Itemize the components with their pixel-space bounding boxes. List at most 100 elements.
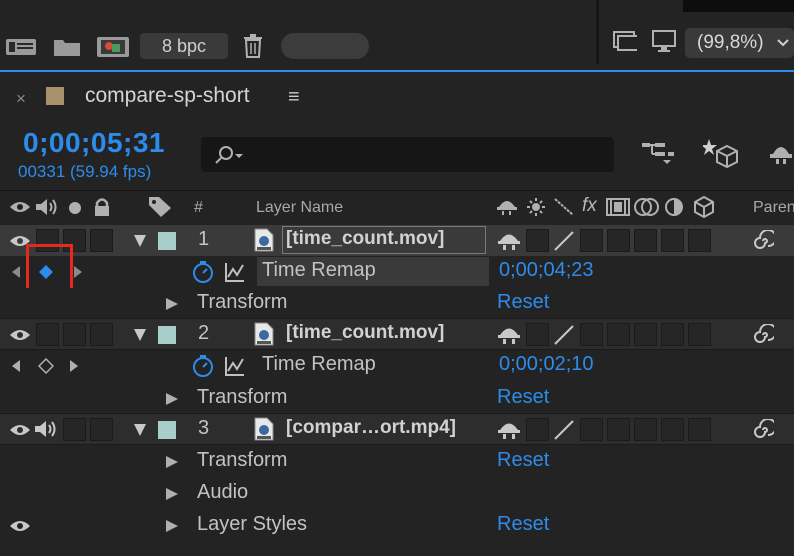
layer-search-input[interactable] <box>201 137 614 172</box>
property-row-time-remap[interactable]: Time Remap 0;00;02;10 <box>0 350 794 382</box>
reset-link[interactable]: Reset <box>497 449 549 472</box>
project-bit-depth-button[interactable]: 8 bpc <box>140 33 228 59</box>
property-row-transform[interactable]: Transform Reset <box>0 383 794 414</box>
solo-toggle-cell[interactable] <box>63 418 86 441</box>
parent-pickwhip-icon[interactable] <box>752 230 774 252</box>
property-label[interactable]: Time Remap <box>262 353 376 376</box>
solo-toggle-cell[interactable] <box>63 323 86 346</box>
expand-triangle-icon[interactable] <box>133 423 147 437</box>
expand-triangle-right-icon[interactable] <box>165 487 179 501</box>
effects-switch-cell[interactable] <box>580 418 603 441</box>
graph-editor-icon[interactable] <box>224 261 246 283</box>
layer-name[interactable]: [compar…ort.mp4] <box>286 417 456 439</box>
new-composition-icon[interactable] <box>96 35 130 59</box>
magnification-dropdown[interactable]: (99,8%) <box>685 28 794 58</box>
quality-switch-icon[interactable] <box>553 419 575 441</box>
parent-pickwhip-icon[interactable] <box>752 419 774 441</box>
layer-name-header[interactable]: Layer Name <box>256 199 343 217</box>
motion-blur-switch-cell[interactable] <box>634 229 657 252</box>
current-time-display[interactable]: 0;00;05;31 <box>23 127 165 159</box>
lock-toggle-cell[interactable] <box>90 418 113 441</box>
expand-triangle-right-icon[interactable] <box>165 519 179 533</box>
snapshot-icon[interactable] <box>611 30 637 54</box>
next-keyframe-icon[interactable] <box>69 359 79 373</box>
property-label[interactable]: Layer Styles <box>197 513 307 536</box>
property-row-transform[interactable]: Transform Reset <box>0 288 794 319</box>
lock-toggle-cell[interactable] <box>90 229 113 252</box>
layer-label-color[interactable] <box>158 232 176 250</box>
quality-switch-icon[interactable] <box>553 230 575 252</box>
stopwatch-icon[interactable] <box>191 354 215 378</box>
audio-toggle-cell[interactable] <box>36 323 59 346</box>
property-label[interactable]: Transform <box>197 291 287 314</box>
layer-row[interactable]: 3 [compar…ort.mp4] <box>0 414 794 445</box>
time-remap-value[interactable]: 0;00;04;23 <box>499 259 594 282</box>
motion-blur-switch-cell[interactable] <box>634 323 657 346</box>
3d-switch-cell[interactable] <box>688 323 711 346</box>
expand-triangle-icon[interactable] <box>133 234 147 248</box>
collapse-switch-cell[interactable] <box>526 229 549 252</box>
close-tab-icon[interactable]: × <box>16 89 26 109</box>
3d-switch-cell[interactable] <box>688 229 711 252</box>
comp-tab-title[interactable]: compare-sp-short <box>85 84 250 108</box>
effects-switch-cell[interactable] <box>580 229 603 252</box>
reset-link[interactable]: Reset <box>497 291 549 314</box>
expand-triangle-right-icon[interactable] <box>165 297 179 311</box>
3d-switch-cell[interactable] <box>688 418 711 441</box>
property-label[interactable]: Time Remap <box>262 259 376 282</box>
visibility-eye-icon[interactable] <box>9 519 31 533</box>
collapse-switch-cell[interactable] <box>526 418 549 441</box>
layer-label-color[interactable] <box>158 421 176 439</box>
interpret-footage-icon[interactable] <box>5 36 37 58</box>
prev-keyframe-icon[interactable] <box>11 265 21 279</box>
layer-row[interactable]: 2 [time_count.mov] <box>0 319 794 350</box>
property-label[interactable]: Transform <box>197 386 287 409</box>
add-keyframe-diamond-icon[interactable] <box>38 358 54 374</box>
quality-switch-icon[interactable] <box>553 324 575 346</box>
new-folder-icon[interactable] <box>53 36 81 58</box>
visibility-eye-icon[interactable] <box>9 423 31 437</box>
adjustment-switch-cell[interactable] <box>661 418 684 441</box>
shy-switch-icon[interactable] <box>497 420 521 440</box>
visibility-eye-icon[interactable] <box>9 328 31 342</box>
lock-toggle-cell[interactable] <box>90 323 113 346</box>
draft-3d-icon[interactable] <box>703 137 739 169</box>
frame-blend-switch-cell[interactable] <box>607 323 630 346</box>
monitor-icon[interactable] <box>651 29 677 53</box>
property-label[interactable]: Audio <box>197 481 248 504</box>
property-row-layer-styles[interactable]: Layer Styles Reset <box>0 510 794 541</box>
layer-name[interactable]: [time_count.mov] <box>286 322 444 344</box>
collapse-switch-cell[interactable] <box>526 323 549 346</box>
adjustment-switch-cell[interactable] <box>661 229 684 252</box>
panel-divider[interactable] <box>596 0 599 64</box>
motion-blur-switch-cell[interactable] <box>634 418 657 441</box>
property-row-transform[interactable]: Transform Reset <box>0 446 794 477</box>
trash-icon[interactable] <box>243 34 263 58</box>
next-keyframe-icon[interactable] <box>73 265 83 279</box>
shy-layers-icon[interactable] <box>768 140 794 166</box>
parent-pickwhip-icon[interactable] <box>752 324 774 346</box>
adjustment-switch-cell[interactable] <box>661 323 684 346</box>
property-row-audio[interactable]: Audio <box>0 478 794 509</box>
audio-speaker-icon[interactable] <box>34 420 58 438</box>
property-label[interactable]: Transform <box>197 449 287 472</box>
shy-switch-icon[interactable] <box>497 231 521 251</box>
comp-flowchart-icon[interactable] <box>641 140 677 166</box>
effects-switch-cell[interactable] <box>580 323 603 346</box>
project-scroll-pill[interactable] <box>281 33 369 59</box>
time-remap-value[interactable]: 0;00;02;10 <box>499 353 594 376</box>
expand-triangle-icon[interactable] <box>133 328 147 342</box>
frame-blend-switch-cell[interactable] <box>607 229 630 252</box>
expand-triangle-right-icon[interactable] <box>165 455 179 469</box>
prev-keyframe-icon[interactable] <box>11 359 21 373</box>
frame-blend-switch-cell[interactable] <box>607 418 630 441</box>
layer-number: 2 <box>198 322 210 344</box>
layer-label-color[interactable] <box>158 326 176 344</box>
stopwatch-icon[interactable] <box>191 260 215 284</box>
panel-menu-icon[interactable]: ≡ <box>288 86 300 109</box>
shy-switch-icon[interactable] <box>497 325 521 345</box>
graph-editor-icon[interactable] <box>224 355 246 377</box>
expand-triangle-right-icon[interactable] <box>165 392 179 406</box>
reset-link[interactable]: Reset <box>497 386 549 409</box>
reset-link[interactable]: Reset <box>497 513 549 536</box>
